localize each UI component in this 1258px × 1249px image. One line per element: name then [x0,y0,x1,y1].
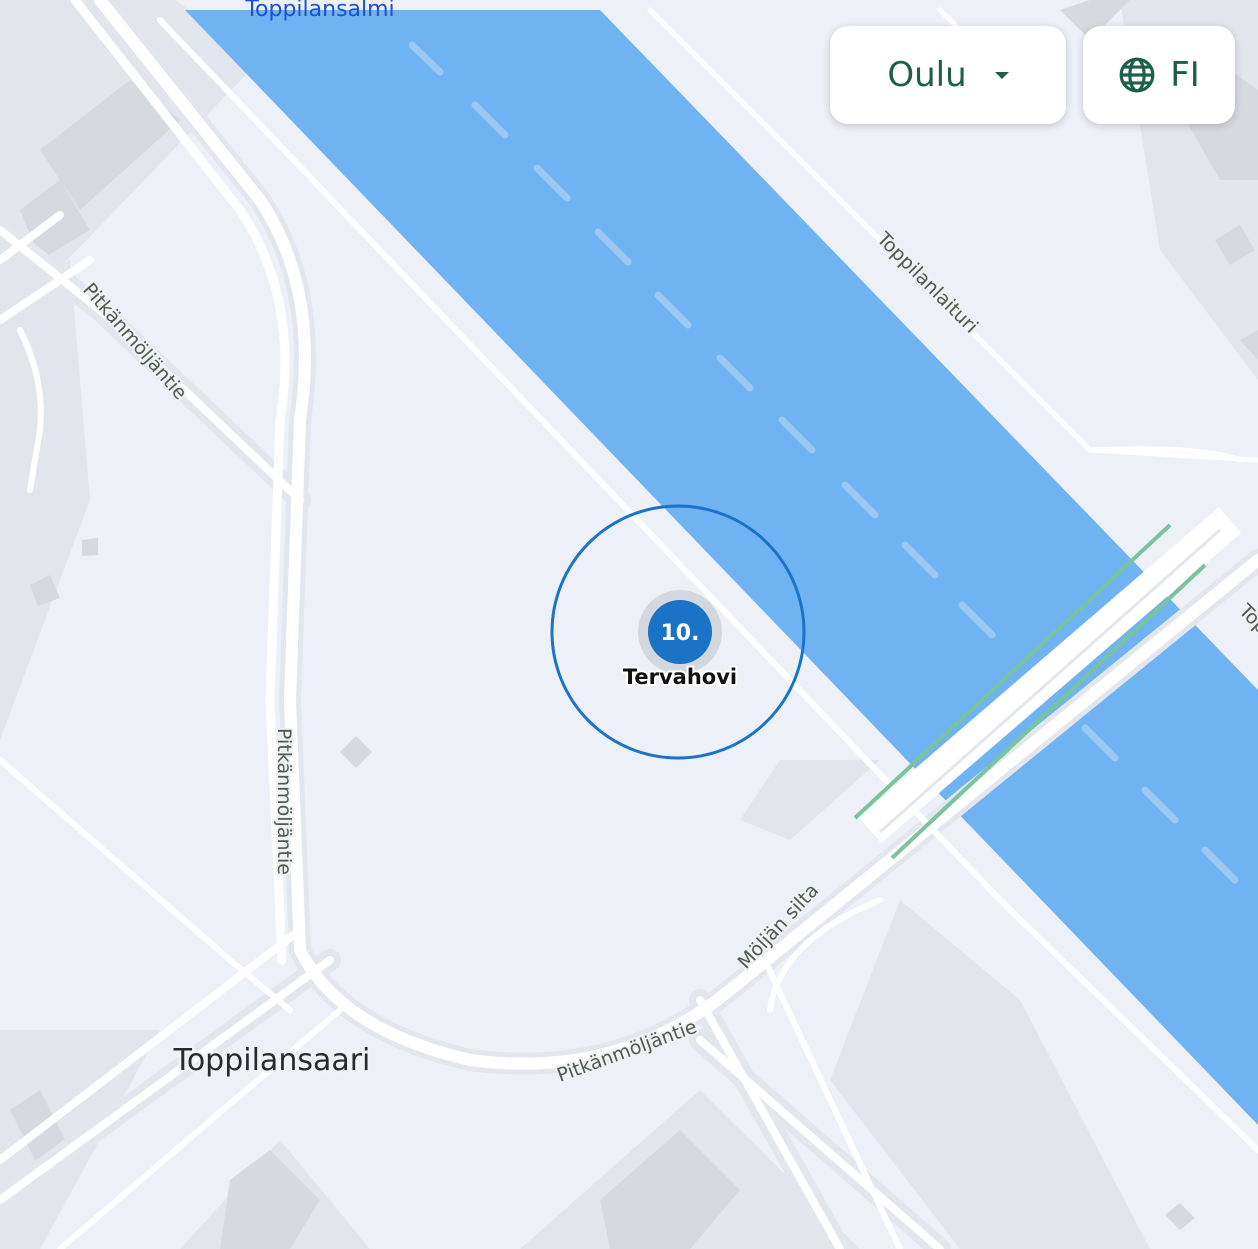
water-label-toppilansalmi: Toppilansalmi [244,0,394,22]
language-button[interactable]: FI [1083,26,1235,124]
city-select[interactable]: Oulu [830,26,1066,124]
map-canvas[interactable]: Toppilansalmi Toppilansaari Pitkänmöljän… [0,0,1258,1249]
marker-number: 10. [661,621,700,646]
language-label: FI [1170,55,1200,95]
city-select-value: Oulu [887,55,967,95]
chevron-down-icon [994,71,1009,79]
marker-name: Tervahovi [623,665,737,689]
globe-icon [1118,56,1156,94]
street-label-pitkanmoljantie-vertical: Pitkänmöljäntie [273,728,295,875]
area-label-toppilansaari: Toppilansaari [173,1043,371,1078]
